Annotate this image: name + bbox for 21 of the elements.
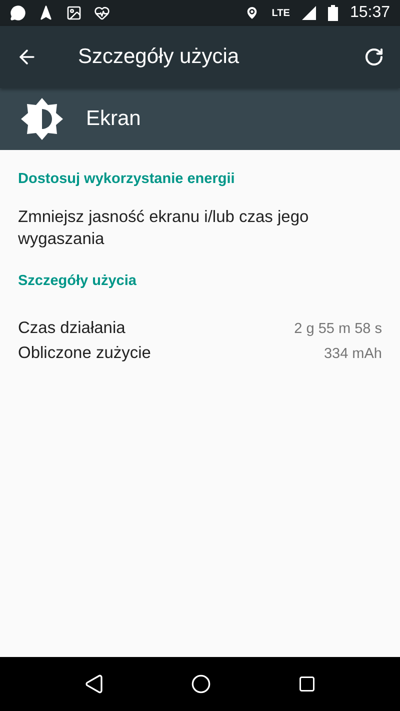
battery-icon (328, 5, 338, 21)
refresh-button[interactable] (364, 47, 384, 67)
navigation-icon (38, 5, 54, 21)
brightness-icon (20, 97, 64, 141)
network-type: LTE (272, 8, 290, 18)
detail-label: Czas działania (18, 319, 126, 338)
home-button[interactable] (190, 674, 211, 694)
clock: 15:37 (350, 4, 390, 22)
detail-value: 2 g 55 m 58 s (294, 320, 382, 336)
section-title: Dostosuj wykorzystanie energii (18, 170, 236, 187)
suggestion-text[interactable]: Zmniejsz jasność ekranu i/lub czas jego wygaszania (18, 187, 382, 252)
image-icon (66, 5, 82, 21)
detail-label: Obliczone zużycie (18, 344, 151, 363)
section-title: Szczegóły użycia (18, 272, 138, 289)
heart-pulse-icon (94, 5, 110, 21)
toolbar-title: Szczegóły użycia (78, 45, 240, 69)
detail-value: 334 mAh (324, 346, 382, 362)
signal-icon (302, 6, 316, 20)
back-nav-button[interactable] (84, 674, 104, 694)
app-title: Ekran (86, 107, 141, 131)
recents-button[interactable] (298, 675, 316, 693)
